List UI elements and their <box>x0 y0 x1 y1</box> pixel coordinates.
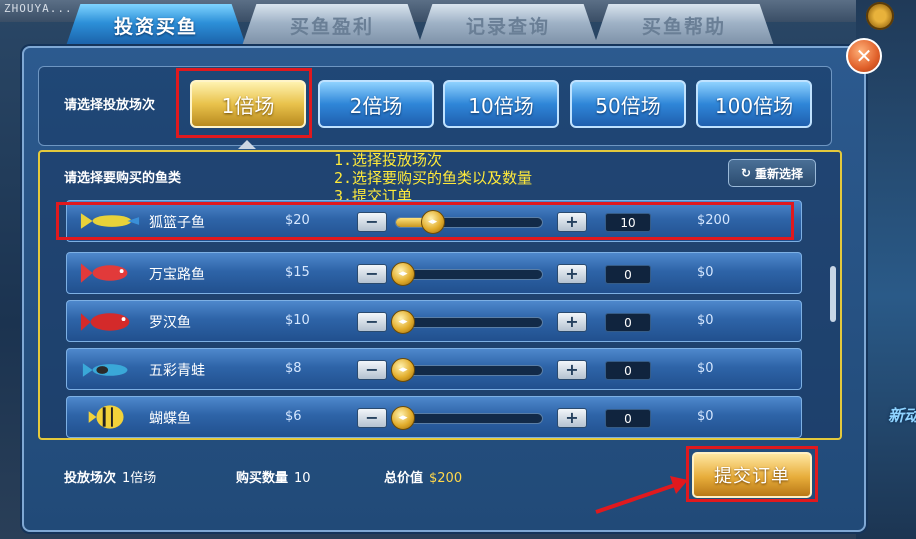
quantity-input[interactable]: 0 <box>605 361 651 380</box>
increase-quantity-button[interactable]: + <box>557 312 587 332</box>
tab-record-query[interactable]: 记录查询 <box>418 4 598 46</box>
fish-name: 万宝路鱼 <box>149 267 205 283</box>
session-option-100x[interactable]: 100倍场 <box>696 80 812 128</box>
selection-caret-icon <box>238 140 256 149</box>
fish-row-total: $0 <box>697 265 714 280</box>
fish-name: 蝴蝶鱼 <box>149 411 191 427</box>
refresh-icon: ↻ <box>740 166 752 180</box>
increase-quantity-button[interactable]: + <box>557 360 587 380</box>
red-fish-icon <box>80 263 128 283</box>
decrease-quantity-button[interactable]: − <box>357 408 387 428</box>
tab-buy-fish-help[interactable]: 买鱼帮助 <box>594 4 774 46</box>
increase-quantity-button[interactable]: + <box>557 408 587 428</box>
session-label: 请选择投放场次 <box>64 98 156 113</box>
fish-row: 罗汉鱼 $10 − ◂▸ + 0 $0 <box>66 300 802 342</box>
fish-row: 万宝路鱼 $15 − ◂▸ + 0 $0 <box>66 252 802 294</box>
fish-row-total: $0 <box>697 409 714 424</box>
fish-row-total: $0 <box>697 313 714 328</box>
pointer-arrow-icon <box>595 476 688 514</box>
session-option-50x[interactable]: 50倍场 <box>570 80 686 128</box>
quantity-slider-handle[interactable]: ◂▸ <box>391 406 415 430</box>
highlight-box-submit <box>686 446 818 502</box>
session-option-2x[interactable]: 2倍场 <box>318 80 434 128</box>
quantity-slider-track[interactable] <box>395 365 543 376</box>
fish-section-label: 请选择要购买的鱼类 <box>64 171 182 186</box>
footer-session-value: 1倍场 <box>122 471 157 486</box>
footer-quantity-value: 10 <box>294 471 311 486</box>
highlight-box-row <box>56 202 794 240</box>
tab-invest-buy-fish[interactable]: 投资买鱼 <box>66 4 246 46</box>
footer-total: 总价值 $200 <box>384 467 462 486</box>
decrease-quantity-button[interactable]: − <box>357 360 387 380</box>
new-activity-badge: 新动 <box>887 406 916 425</box>
fish-list-scrollbar[interactable] <box>830 266 836 322</box>
quantity-input[interactable]: 0 <box>605 313 651 332</box>
fish-price: $15 <box>285 265 310 280</box>
butterfly-fish-icon <box>88 405 124 429</box>
fish-name: 罗汉鱼 <box>149 315 191 331</box>
close-icon[interactable]: ✕ <box>846 38 882 74</box>
decrease-quantity-button[interactable]: − <box>357 264 387 284</box>
fish-row: 蝴蝶鱼 $6 − ◂▸ + 0 $0 <box>66 396 802 438</box>
instruction-step-1: 1.选择投放场次 <box>334 151 443 169</box>
instructions: 1.选择投放场次 2.选择要购买的鱼类以及数量 3.提交订单 <box>334 151 532 205</box>
decrease-quantity-button[interactable]: − <box>357 312 387 332</box>
quantity-slider-track[interactable] <box>395 269 543 280</box>
reset-button[interactable]: ↻ 重新选择 <box>728 159 816 187</box>
quantity-slider-handle[interactable]: ◂▸ <box>391 310 415 334</box>
fish-row-total: $0 <box>697 361 714 376</box>
footer-session-label: 投放场次 <box>64 471 117 486</box>
instruction-step-2: 2.选择要购买的鱼类以及数量 <box>334 169 533 187</box>
main-tabs: 投资买鱼 买鱼盈利 记录查询 买鱼帮助 <box>66 4 774 48</box>
session-option-10x[interactable]: 10倍场 <box>443 80 559 128</box>
tab-buy-fish-profit[interactable]: 买鱼盈利 <box>242 4 422 46</box>
luohan-fish-icon <box>80 313 130 331</box>
reset-label: 重新选择 <box>755 166 804 181</box>
fish-price: $10 <box>285 313 310 328</box>
fish-price: $8 <box>285 361 302 376</box>
fish-price: $6 <box>285 409 302 424</box>
increase-quantity-button[interactable]: + <box>557 264 587 284</box>
fish-row: 五彩青蛙 $8 − ◂▸ + 0 $0 <box>66 348 802 390</box>
highlight-box-session <box>176 68 312 138</box>
quantity-input[interactable]: 0 <box>605 409 651 428</box>
quantity-slider-handle[interactable]: ◂▸ <box>391 358 415 382</box>
footer-quantity: 购买数量 10 <box>236 467 311 486</box>
settings-gear-icon[interactable] <box>866 2 894 30</box>
quantity-input[interactable]: 0 <box>605 265 651 284</box>
colorful-frog-icon <box>82 363 128 377</box>
quantity-slider-track[interactable] <box>395 317 543 328</box>
footer-total-label: 总价值 <box>384 471 424 486</box>
quantity-slider-handle[interactable]: ◂▸ <box>391 262 415 286</box>
footer-quantity-label: 购买数量 <box>236 471 289 486</box>
fish-name: 五彩青蛙 <box>149 363 205 379</box>
footer-session: 投放场次 1倍场 <box>64 467 156 486</box>
quantity-slider-track[interactable] <box>395 413 543 424</box>
footer-total-value: $200 <box>429 471 463 486</box>
